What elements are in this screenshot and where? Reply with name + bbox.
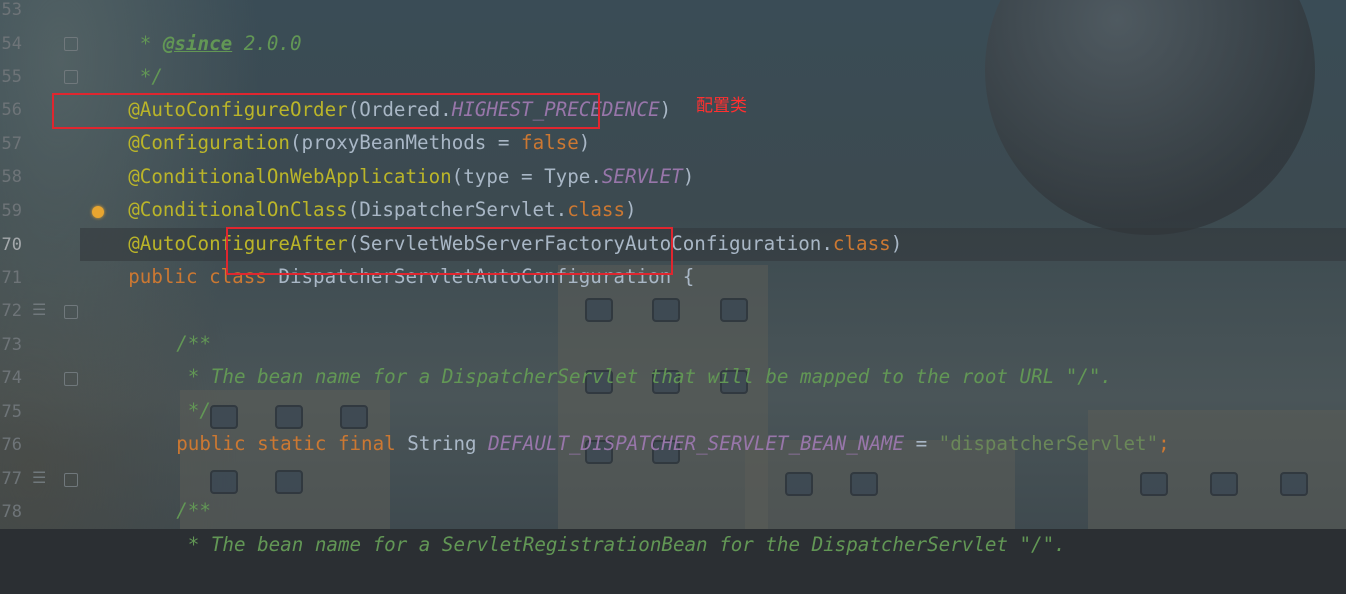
code-line-53: * @since 2.0.0 bbox=[82, 0, 302, 55]
field: DEFAULT_DISPATCHER_SERVLET_BEAN_NAME bbox=[488, 432, 905, 455]
intention-bulb-icon[interactable] bbox=[92, 206, 104, 218]
configuration-highlight-box bbox=[52, 93, 600, 129]
code-line-54: */ bbox=[82, 27, 163, 88]
code-line-73: * The bean name for a DispatcherServlet … bbox=[130, 327, 1112, 388]
code-line-59: @AutoConfigureAfter(ServletWebServerFact… bbox=[82, 194, 902, 255]
paren: ) bbox=[890, 232, 903, 255]
code-editor[interactable]: * @since 2.0.0 */ @AutoConfigureOrder(Or… bbox=[0, 0, 1346, 556]
comment: * The bean name for a DispatcherServlet … bbox=[176, 365, 1112, 388]
javadoc-tag: @since bbox=[162, 32, 233, 55]
code-line-55: @AutoConfigureOrder(Ordered.HIGHEST_PREC… bbox=[82, 60, 671, 121]
code-line-58: @ConditionalOnClass(DispatcherServlet.cl… bbox=[82, 160, 636, 221]
code-line-57: @ConditionalOnWebApplication(type = Type… bbox=[82, 127, 694, 188]
operator: = bbox=[904, 432, 939, 455]
code-line-78: * The bean name for a ServletRegistratio… bbox=[130, 495, 1066, 556]
paren: ) bbox=[659, 98, 672, 121]
type: String bbox=[407, 432, 489, 455]
brace: { bbox=[671, 265, 695, 288]
paren: ) bbox=[682, 165, 695, 188]
code-line-75: public static final String DEFAULT_DISPA… bbox=[130, 394, 1170, 455]
keyword: class bbox=[832, 232, 891, 255]
class-highlight-box bbox=[226, 227, 673, 275]
string: "dispatcherServlet" bbox=[938, 432, 1159, 455]
code-line-72: /** bbox=[130, 294, 211, 355]
dot: . bbox=[821, 232, 833, 255]
annotation-note: 配置类 bbox=[696, 96, 747, 116]
keyword: public static final bbox=[176, 432, 408, 455]
code-line-74: */ bbox=[130, 361, 211, 422]
comment: * The bean name for a ServletRegistratio… bbox=[176, 533, 1066, 556]
comment: 2.0.0 bbox=[232, 32, 302, 55]
semicolon: ; bbox=[1158, 432, 1170, 455]
code-line-77: /** bbox=[130, 461, 211, 522]
